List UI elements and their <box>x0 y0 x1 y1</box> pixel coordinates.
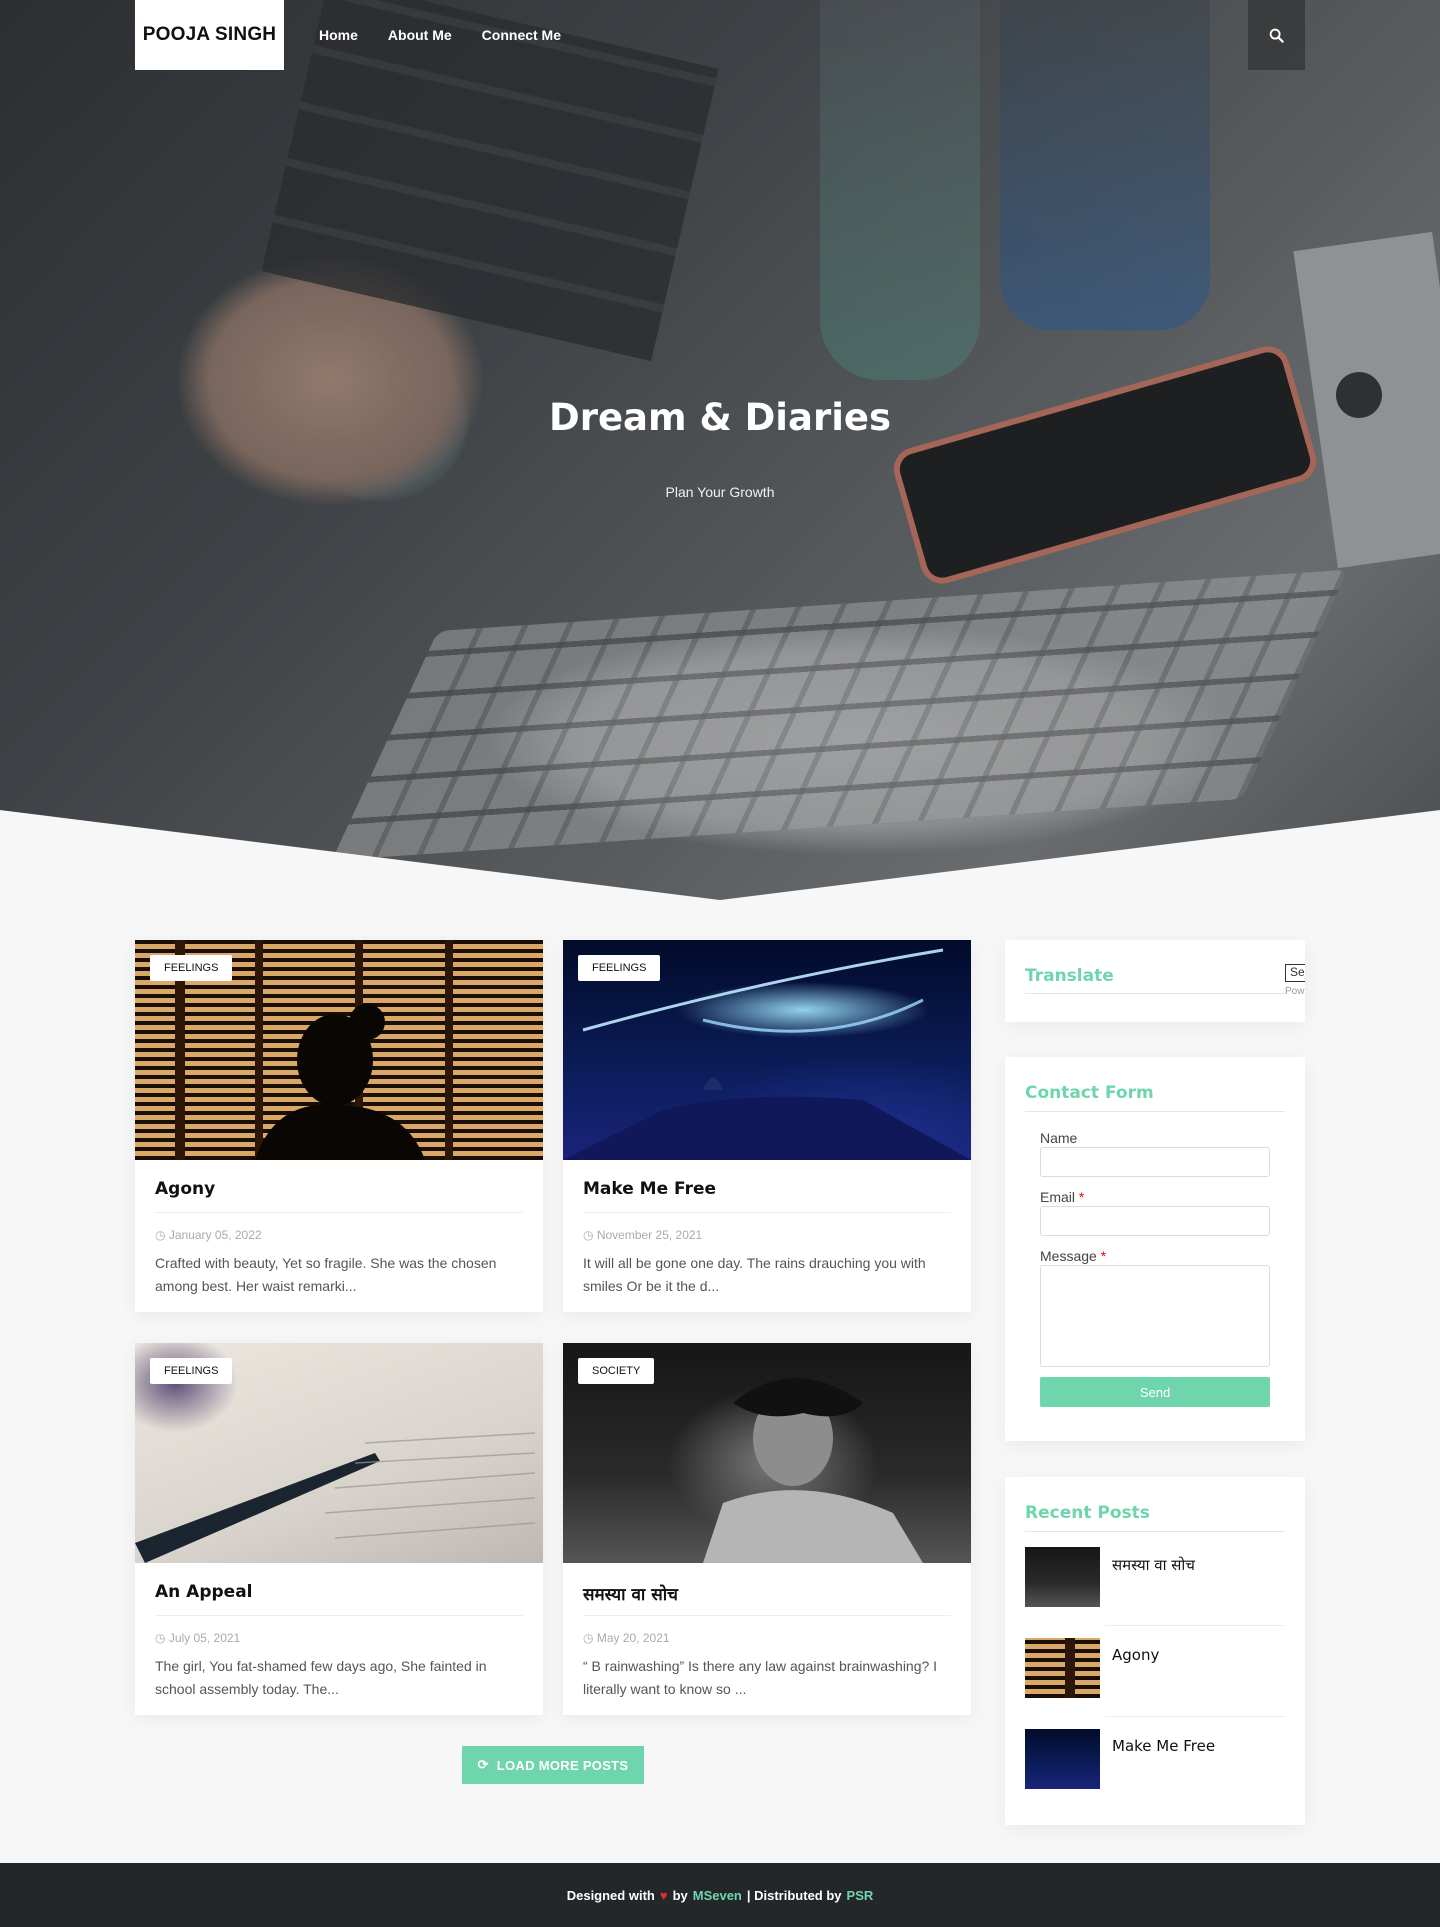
name-label: Name <box>1040 1130 1078 1146</box>
clock-icon: ◷ <box>583 1228 594 1242</box>
divider <box>155 1212 523 1213</box>
post-date-text: January 05, 2022 <box>168 1228 262 1242</box>
name-field[interactable] <box>1040 1147 1270 1177</box>
footer-distributor-link[interactable]: PSR <box>847 1888 874 1903</box>
recent-post-item[interactable]: Agony <box>1025 1638 1285 1718</box>
recent-post-title[interactable]: Make Me Free <box>1112 1737 1215 1755</box>
hero-overlay <box>0 0 1440 900</box>
hero-banner: Dream & Diaries Plan Your Growth <box>0 0 1440 900</box>
search-icon <box>1269 28 1284 43</box>
post-date: ◷ January 05, 2022 <box>155 1228 262 1242</box>
post-category-tag[interactable]: SOCIETY <box>578 1358 655 1384</box>
hero-subtitle: Plan Your Growth <box>665 484 775 500</box>
recent-post-title[interactable]: Agony <box>1112 1646 1159 1664</box>
divider <box>1025 1111 1285 1112</box>
site-logo[interactable]: POOJA SINGH <box>135 0 284 70</box>
load-more-label: LOAD MORE POSTS <box>496 1757 629 1773</box>
post-date: ◷ November 25, 2021 <box>583 1228 702 1242</box>
post-title[interactable]: समस्या वा सोच <box>583 1582 678 1605</box>
message-textarea[interactable] <box>1040 1265 1270 1367</box>
post-date-text: November 25, 2021 <box>596 1228 703 1242</box>
divider <box>1025 1531 1285 1532</box>
recent-post-item[interactable]: समस्या वा सोच <box>1025 1547 1285 1627</box>
footer-distributed-text: | Distributed by <box>746 1887 842 1903</box>
language-select[interactable]: Se <box>1285 964 1305 982</box>
clock-icon: ◷ <box>155 1631 166 1645</box>
nav-item-connect-me[interactable]: Connect Me <box>467 27 576 43</box>
post-excerpt: The girl, You fat-shamed few days ago, S… <box>155 1658 487 1697</box>
footer-by-text: by <box>672 1887 688 1903</box>
clock-icon: ◷ <box>155 1228 166 1242</box>
post-date: ◷ May 20, 2021 <box>583 1631 670 1645</box>
recent-post-thumbnail[interactable] <box>1025 1729 1100 1789</box>
top-navbar: POOJA SINGH Home About Me Connect Me <box>0 0 1440 70</box>
site-footer: Designed with ♥ by MSeven | Distributed … <box>0 1863 1440 1927</box>
divider <box>155 1615 523 1616</box>
post-excerpt: It will all be gone one day. The rains d… <box>583 1255 926 1294</box>
required-marker: * <box>1078 1189 1085 1205</box>
nav-item-about-me[interactable]: About Me <box>373 27 467 43</box>
recent-post-thumbnail[interactable] <box>1025 1547 1100 1607</box>
post-category-tag[interactable]: FEELINGS <box>150 1358 233 1384</box>
post-date-text: May 20, 2021 <box>596 1631 670 1645</box>
post-title[interactable]: Agony <box>155 1179 215 1199</box>
widget-title: Recent Posts <box>1025 1503 1150 1523</box>
recent-post-item[interactable]: Make Me Free <box>1025 1729 1285 1809</box>
widget-title: Contact Form <box>1025 1083 1154 1103</box>
recent-posts-widget: Recent Posts समस्या वा सोच Agony Make Me… <box>1005 1477 1305 1825</box>
post-card[interactable]: FEELINGS An Appeal ◷ July 05, 2021 The g… <box>135 1343 543 1715</box>
load-more-button[interactable]: ⟳ LOAD MORE POSTS <box>462 1746 644 1784</box>
post-excerpt: Crafted with beauty, Yet so fragile. She… <box>155 1255 497 1294</box>
nav-item-home[interactable]: Home <box>304 27 373 43</box>
divider <box>1105 1625 1285 1626</box>
message-label-text: Message <box>1040 1248 1097 1264</box>
post-category-tag[interactable]: FEELINGS <box>150 955 233 981</box>
widget-title: Translate <box>1025 966 1114 986</box>
footer-designed-text: Designed with <box>566 1887 655 1903</box>
send-button[interactable]: Send <box>1040 1377 1270 1407</box>
footer-author-link[interactable]: MSeven <box>693 1888 742 1903</box>
email-field[interactable] <box>1040 1206 1270 1236</box>
post-excerpt: “ B rainwashing” Is there any law agains… <box>583 1658 938 1697</box>
recent-post-thumbnail[interactable] <box>1025 1638 1100 1698</box>
divider <box>583 1615 951 1616</box>
email-label: Email * <box>1040 1189 1084 1205</box>
required-marker: * <box>1100 1248 1107 1264</box>
clock-icon: ◷ <box>583 1631 594 1645</box>
hero-title: Dream & Diaries <box>548 396 891 439</box>
post-date-text: July 05, 2021 <box>168 1631 241 1645</box>
divider <box>1105 1716 1285 1717</box>
contact-form-widget: Contact Form Name Email * Message * Send <box>1005 1057 1305 1441</box>
recent-post-title[interactable]: समस्या वा सोच <box>1112 1555 1195 1575</box>
post-title[interactable]: An Appeal <box>155 1582 253 1602</box>
message-label: Message * <box>1040 1248 1106 1264</box>
email-label-text: Email <box>1040 1189 1076 1205</box>
divider <box>583 1212 951 1213</box>
search-button[interactable] <box>1248 0 1305 70</box>
heart-icon: ♥ <box>659 1887 668 1903</box>
post-card[interactable]: SOCIETY समस्या वा सोच ◷ May 20, 2021 “ B… <box>563 1343 971 1715</box>
translate-widget: Translate Se Pow <box>1005 940 1305 1022</box>
post-date: ◷ July 05, 2021 <box>155 1631 240 1645</box>
post-category-tag[interactable]: FEELINGS <box>578 955 661 981</box>
powered-by-text: Pow <box>1285 986 1305 997</box>
post-card[interactable]: FEELINGS Agony ◷ January 05, 2022 Crafte… <box>135 940 543 1312</box>
post-title[interactable]: Make Me Free <box>583 1179 716 1199</box>
post-card[interactable]: FEELINGS Make Me Free ◷ November 25, 202… <box>563 940 971 1312</box>
refresh-icon: ⟳ <box>477 1757 489 1772</box>
divider <box>1025 993 1285 994</box>
main-menu: Home About Me Connect Me <box>304 0 576 70</box>
